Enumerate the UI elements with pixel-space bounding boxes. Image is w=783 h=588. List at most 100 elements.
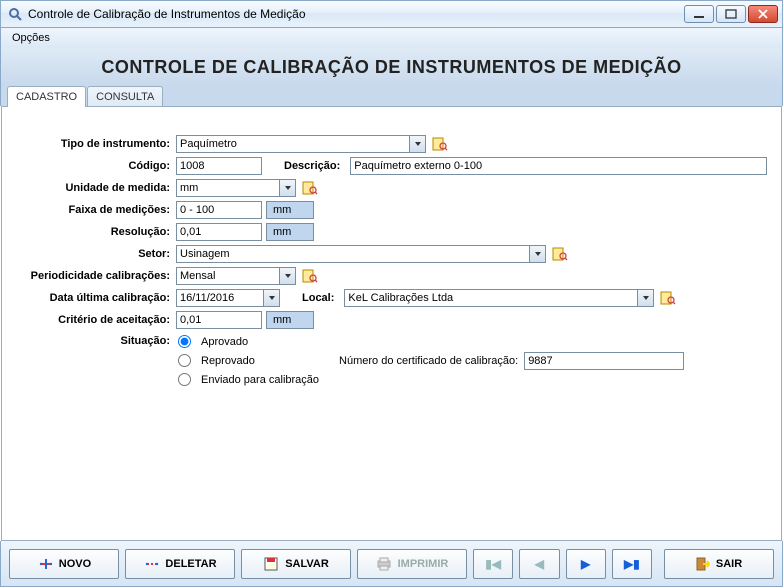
unidade-medida-combo[interactable]: mm xyxy=(176,179,296,197)
criterio-unit-box: mm xyxy=(266,311,314,329)
radio-enviado-label: Enviado para calibração xyxy=(201,374,319,386)
menu-opcoes[interactable]: Opções xyxy=(7,30,55,46)
first-icon: ▮◀ xyxy=(485,557,501,571)
imprimir-button[interactable]: IMPRIMIR xyxy=(357,549,467,579)
radio-aprovado[interactable]: Aprovado xyxy=(176,333,319,350)
chevron-down-icon xyxy=(529,246,545,262)
radio-aprovado-input[interactable] xyxy=(178,335,191,348)
page-title: CONTROLE DE CALIBRAÇÃO DE INSTRUMENTOS D… xyxy=(0,48,783,86)
label-descricao: Descrição: xyxy=(266,160,346,172)
next-icon: ▶ xyxy=(581,557,590,571)
novo-button[interactable]: NOVO xyxy=(9,549,119,579)
label-num-certificado: Número do certificado de calibração: xyxy=(339,355,518,367)
salvar-button[interactable]: SALVAR xyxy=(241,549,351,579)
close-button[interactable] xyxy=(748,5,778,23)
nav-prev-button[interactable]: ◀ xyxy=(519,549,559,579)
lookup-setor-icon[interactable] xyxy=(550,245,570,263)
tipo-instrumento-value: Paquímetro xyxy=(180,138,237,150)
radio-reprovado[interactable]: Reprovado xyxy=(176,352,319,369)
chevron-down-icon xyxy=(263,290,279,306)
resolucao-input[interactable]: 0,01 xyxy=(176,223,262,241)
chevron-down-icon xyxy=(279,268,295,284)
chevron-down-icon xyxy=(279,180,295,196)
criterio-value: 0,01 xyxy=(180,314,201,326)
faixa-unit-box: mm xyxy=(266,201,314,219)
criterio-unit-value: mm xyxy=(273,314,291,326)
title-bar: Controle de Calibração de Instrumentos d… xyxy=(0,0,783,28)
resolucao-value: 0,01 xyxy=(180,226,201,238)
novo-label: NOVO xyxy=(59,558,91,570)
label-data-ultima: Data última calibração: xyxy=(16,292,176,304)
sair-label: SAIR xyxy=(716,558,742,570)
setor-combo[interactable]: Usinagem xyxy=(176,245,546,263)
num-certificado-value: 9887 xyxy=(528,355,552,367)
lookup-unidade-icon[interactable] xyxy=(300,179,320,197)
imprimir-label: IMPRIMIR xyxy=(398,558,449,570)
nav-last-button[interactable]: ▶▮ xyxy=(612,549,652,579)
label-criterio: Critério de aceitação: xyxy=(16,314,176,326)
tab-cadastro-label: CADASTRO xyxy=(16,91,77,103)
periodicidade-value: Mensal xyxy=(180,270,215,282)
criterio-input[interactable]: 0,01 xyxy=(176,311,262,329)
num-certificado-input[interactable]: 9887 xyxy=(524,352,684,370)
faixa-medicoes-input[interactable]: 0 - 100 xyxy=(176,201,262,219)
radio-reprovado-input[interactable] xyxy=(178,354,191,367)
nav-next-button[interactable]: ▶ xyxy=(566,549,606,579)
faixa-unit-value: mm xyxy=(273,204,291,216)
sair-button[interactable]: SAIR xyxy=(664,549,774,579)
descricao-value: Paquímetro externo 0-100 xyxy=(354,160,482,172)
label-codigo: Código: xyxy=(16,160,176,172)
deletar-label: DELETAR xyxy=(165,558,216,570)
resolucao-unit-value: mm xyxy=(273,226,291,238)
tab-cadastro[interactable]: CADASTRO xyxy=(7,86,86,107)
nav-first-button[interactable]: ▮◀ xyxy=(473,549,513,579)
save-icon xyxy=(263,557,279,571)
label-unidade-medida: Unidade de medida: xyxy=(16,182,176,194)
local-combo[interactable]: KeL Calibrações Ltda xyxy=(344,289,654,307)
radio-aprovado-label: Aprovado xyxy=(201,336,248,348)
salvar-label: SALVAR xyxy=(285,558,329,570)
print-icon xyxy=(376,557,392,571)
tab-consulta[interactable]: CONSULTA xyxy=(87,86,163,106)
menu-bar: Opções xyxy=(0,28,783,48)
prev-icon: ◀ xyxy=(535,557,544,571)
radio-reprovado-label: Reprovado xyxy=(201,355,255,367)
toolbar: NOVO DELETAR SALVAR IMPRIMIR ▮◀ ◀ ▶ ▶▮ S… xyxy=(0,541,783,587)
minimize-button[interactable] xyxy=(684,5,714,23)
minus-icon xyxy=(143,557,159,571)
label-faixa-medicoes: Faixa de medições: xyxy=(16,204,176,216)
exit-icon xyxy=(696,557,710,571)
data-ultima-datepicker[interactable]: 16/11/2016 xyxy=(176,289,280,307)
setor-value: Usinagem xyxy=(180,248,230,260)
maximize-button[interactable] xyxy=(716,5,746,23)
label-situacao: Situação: xyxy=(16,333,176,347)
resolucao-unit-box: mm xyxy=(266,223,314,241)
label-tipo-instrumento: Tipo de instrumento: xyxy=(16,138,176,150)
chevron-down-icon xyxy=(409,136,425,152)
local-value: KeL Calibrações Ltda xyxy=(348,292,453,304)
last-icon: ▶▮ xyxy=(624,557,640,571)
window-title: Controle de Calibração de Instrumentos d… xyxy=(28,7,684,21)
periodicidade-combo[interactable]: Mensal xyxy=(176,267,296,285)
descricao-input[interactable]: Paquímetro externo 0-100 xyxy=(350,157,767,175)
tab-strip: CADASTRO CONSULTA xyxy=(0,86,783,106)
codigo-value: 1008 xyxy=(180,160,204,172)
unidade-medida-value: mm xyxy=(180,182,198,194)
codigo-input[interactable]: 1008 xyxy=(176,157,262,175)
tab-consulta-label: CONSULTA xyxy=(96,91,154,103)
label-local: Local: xyxy=(284,292,340,304)
app-icon xyxy=(7,6,23,22)
radio-enviado[interactable]: Enviado para calibração xyxy=(176,371,319,388)
tipo-instrumento-combo[interactable]: Paquímetro xyxy=(176,135,426,153)
deletar-button[interactable]: DELETAR xyxy=(125,549,235,579)
lookup-local-icon[interactable] xyxy=(658,289,678,307)
faixa-medicoes-value: 0 - 100 xyxy=(180,204,214,216)
radio-enviado-input[interactable] xyxy=(178,373,191,386)
label-resolucao: Resolução: xyxy=(16,226,176,238)
label-periodicidade: Periodicidade calibrações: xyxy=(16,270,176,282)
lookup-periodicidade-icon[interactable] xyxy=(300,267,320,285)
lookup-tipo-instrumento-icon[interactable] xyxy=(430,135,450,153)
label-setor: Setor: xyxy=(16,248,176,260)
page-title-text: CONTROLE DE CALIBRAÇÃO DE INSTRUMENTOS D… xyxy=(101,57,681,78)
form-panel: Tipo de instrumento: Paquímetro Código: … xyxy=(1,106,782,541)
